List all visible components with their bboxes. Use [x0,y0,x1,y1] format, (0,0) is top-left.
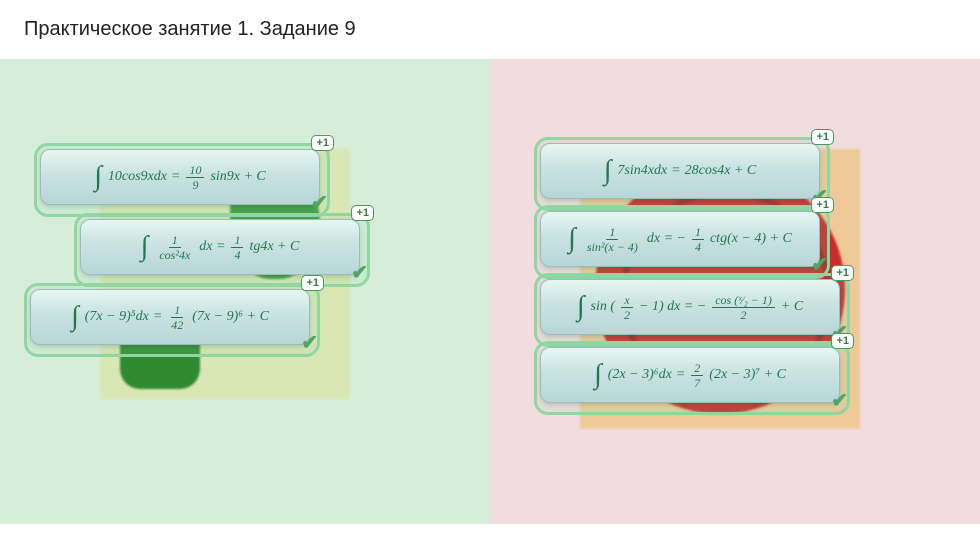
formula-card[interactable]: +1 ∫ (7x − 9)⁵dx = 142 (7x − 9)⁶ + C ✔ [30,289,310,345]
score-badge: +1 [311,135,334,151]
check-icon: ✔ [351,260,368,285]
drop-zone-correct[interactable]: +1 ∫ 10cos9xdx = 109 sin9x + C ✔ +1 [0,59,490,524]
formula-card[interactable]: +1 ∫ 10cos9xdx = 109 sin9x + C ✔ [40,149,320,205]
score-badge: +1 [831,333,854,349]
score-badge: +1 [831,265,854,281]
formula-card[interactable]: +1 ∫ 1cos²4x dx = 14 tg4x + C ✔ [80,219,360,275]
check-icon: ✔ [311,190,328,215]
formula-card[interactable]: +1 ∫ 7sin4xdx = 28cos4x + C ✔ [540,143,820,199]
rhs: sin9x + C [210,169,265,185]
check-icon: ✔ [831,388,848,413]
score-badge: +1 [811,197,834,213]
split-container: +1 ∫ 10cos9xdx = 109 sin9x + C ✔ +1 [0,59,980,524]
formula-card[interactable]: +1 ∫ 1sin²(x − 4) dx = − 14 ctg(x − 4) +… [540,211,820,267]
formula-card[interactable]: +1 ∫ sin ( x2 − 1) dx = − cos (ˣ⁄₂ − 1)2… [540,279,840,335]
score-badge: +1 [351,205,374,221]
check-icon: ✔ [301,330,318,355]
score-badge: +1 [301,275,324,291]
score-badge: +1 [811,129,834,145]
check-icon: ✔ [811,252,828,277]
formula-card[interactable]: +1 ∫ (2x − 3)⁶dx = 27 (2x − 3)⁷ + C ✔ [540,347,840,403]
drop-zone-incorrect[interactable]: +1 ∫ 7sin4xdx = 28cos4x + C ✔ +1 ∫ [490,59,980,524]
left-cards: +1 ∫ 10cos9xdx = 109 sin9x + C ✔ +1 [0,149,490,345]
lhs: 10cos9xdx [108,169,167,185]
right-cards: +1 ∫ 7sin4xdx = 28cos4x + C ✔ +1 ∫ [490,143,980,403]
page-title: Практическое занятие 1. Задание 9 [24,18,956,41]
